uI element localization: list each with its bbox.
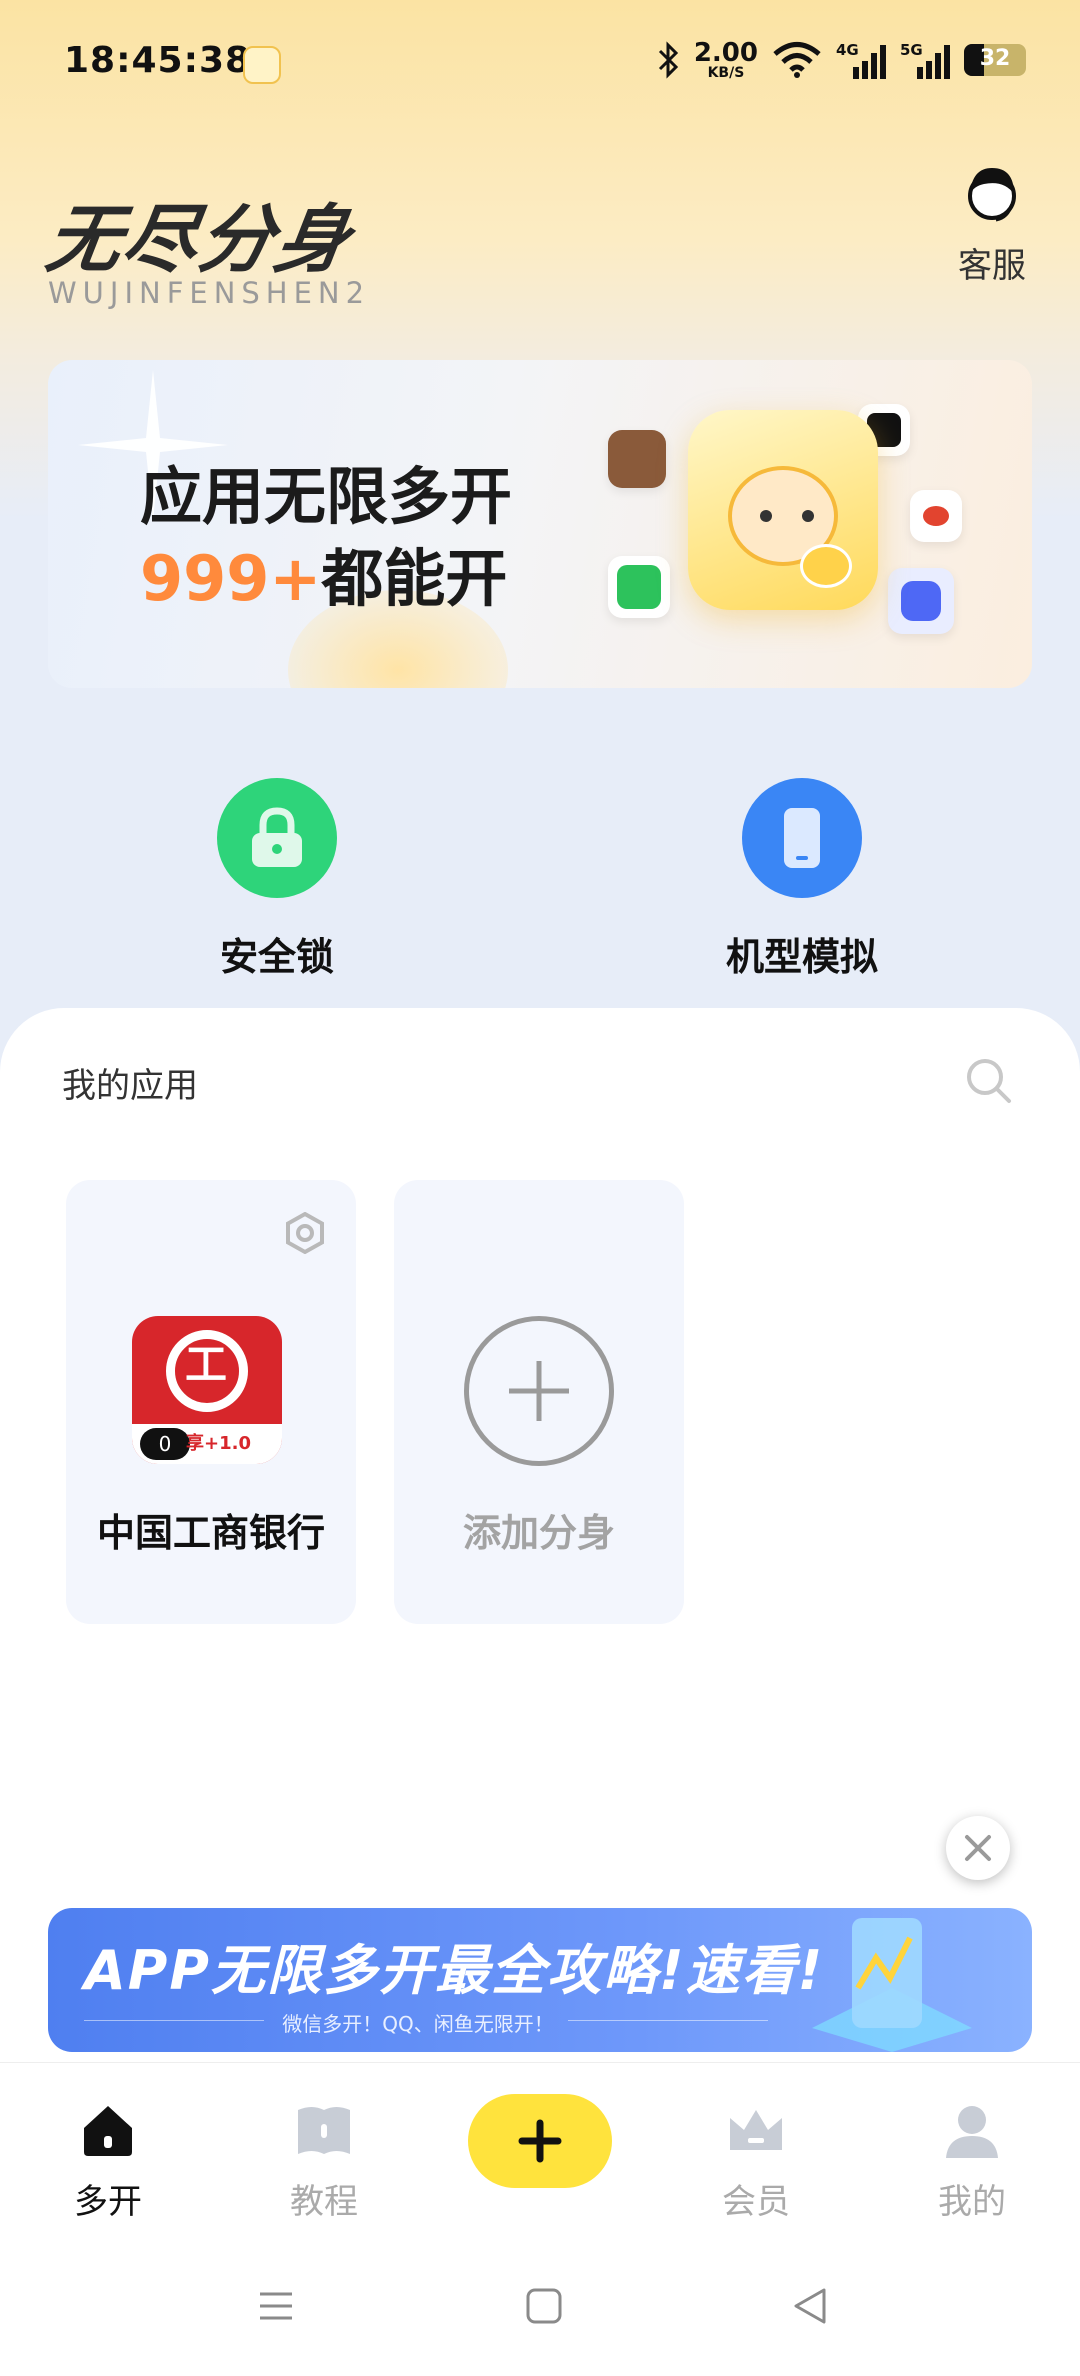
crown-icon — [730, 2110, 782, 2150]
badge-count: 0 — [140, 1428, 190, 1460]
tab-multi-open[interactable]: 多开 — [38, 2100, 178, 2223]
icbc-app-icon: 工 0 享+1.0 — [132, 1316, 282, 1464]
signal-5g-icon: 5G — [900, 41, 950, 79]
wechat-icon — [608, 556, 670, 618]
tab-label: 我的 — [938, 2182, 1006, 2222]
status-icons: 2.00 KB/S 4G 5G 32 — [656, 40, 1026, 80]
guide-banner-title: APP无限多开最全攻略!速看! — [84, 1939, 825, 2002]
app-logo-subtitle: WUJINFENSHEN2 — [48, 276, 371, 310]
back-icon[interactable] — [790, 2286, 830, 2326]
customer-service-label: 客服 — [958, 246, 1026, 286]
banner-title: 应用无限多开 — [140, 460, 513, 533]
guide-banner-subtitle: 微信多开！QQ、闲鱼无限开！ — [282, 2012, 554, 2036]
book-icon — [298, 2107, 350, 2154]
battery-level: 32 — [979, 46, 1011, 71]
home-nav-icon[interactable] — [524, 2286, 564, 2326]
status-time: 18:45:38 — [64, 40, 252, 81]
headset-agent-icon — [968, 168, 1016, 222]
menu-icon[interactable] — [256, 2286, 296, 2326]
tab-label: 会员 — [722, 2182, 790, 2222]
plus-icon — [518, 2119, 562, 2163]
promo-banner[interactable]: 应用无限多开 999+都能开 — [48, 360, 1032, 688]
add-clone-label: 添加分身 — [462, 1511, 615, 1555]
guide-banner[interactable]: APP无限多开最全攻略!速看! 微信多开！QQ、闲鱼无限开！ — [48, 1908, 1032, 2052]
close-promo-button[interactable] — [946, 1816, 1010, 1880]
tab-label: 多开 — [74, 2182, 142, 2222]
app-notification-icon — [243, 46, 281, 84]
network-speed: 2.00 KB/S — [694, 40, 758, 80]
search-icon[interactable] — [964, 1056, 1014, 1106]
add-icon — [464, 1316, 614, 1466]
tab-membership[interactable]: 会员 — [686, 2100, 826, 2223]
tab-tutorial[interactable]: 教程 — [254, 2100, 394, 2223]
speed-value: 2.00 — [693, 38, 758, 68]
phone-icon — [742, 778, 862, 898]
user-icon — [946, 2106, 998, 2158]
mascot-app-icon — [688, 410, 878, 610]
badge-text: 享+1.0 — [186, 1433, 251, 1454]
signal-4g-icon: 4G — [836, 41, 886, 79]
settings-icon[interactable] — [284, 1212, 326, 1254]
banner-subtitle-text: 都能开 — [321, 542, 508, 615]
wifi-icon — [773, 42, 821, 78]
security-lock-button[interactable]: 安全锁 — [167, 778, 387, 981]
close-icon — [965, 1835, 991, 1861]
add-clone-card[interactable]: 添加分身 — [394, 1180, 684, 1624]
banner-subtitle: 999+都能开 — [140, 528, 507, 618]
speed-unit: KB/S — [707, 65, 745, 81]
bluetooth-icon — [658, 41, 678, 79]
tab-label: 教程 — [290, 2182, 358, 2222]
lock-icon — [217, 778, 337, 898]
app-card-icbc[interactable]: 工 0 享+1.0 中国工商银行 — [66, 1180, 356, 1624]
tab-profile[interactable]: 我的 — [902, 2100, 1042, 2223]
device-emulation-button[interactable]: 机型模拟 — [692, 778, 912, 981]
home-icon — [84, 2106, 132, 2156]
device-emulation-label: 机型模拟 — [725, 935, 878, 979]
game-app-icon — [608, 430, 666, 488]
battery-icon: 32 — [964, 44, 1026, 76]
security-lock-label: 安全锁 — [219, 935, 334, 979]
phone-chart-illustration — [812, 1918, 972, 2052]
banner-number: 999+ — [140, 542, 322, 615]
weibo-icon — [910, 490, 962, 542]
my-apps-title: 我的应用 — [62, 1066, 198, 1106]
add-button[interactable] — [468, 2094, 612, 2188]
app-name: 中国工商银行 — [96, 1511, 325, 1555]
customer-service-button[interactable]: 客服 — [952, 160, 1032, 287]
qq-chat-icon — [888, 568, 954, 634]
app-logo: 无尽分身 — [41, 197, 358, 283]
